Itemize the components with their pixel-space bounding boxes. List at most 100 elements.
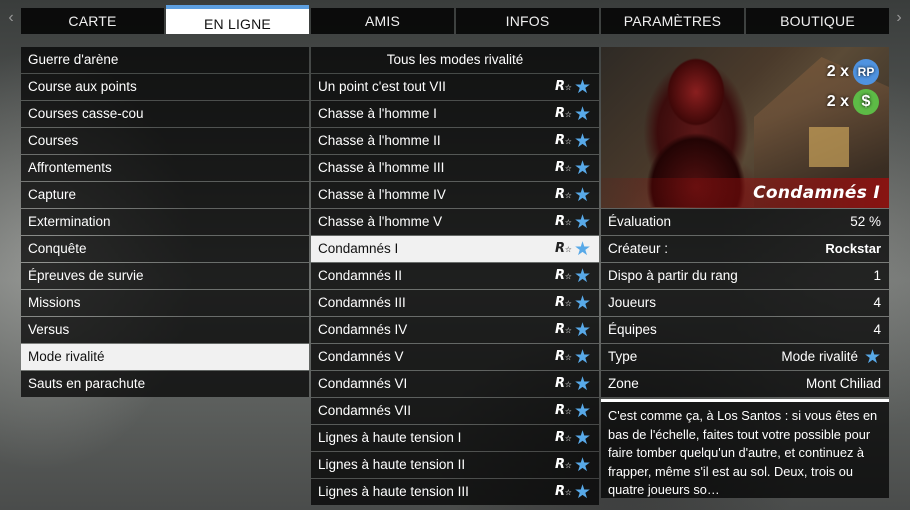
category-item-capture[interactable]: Capture	[21, 182, 309, 208]
mode-item-label: Chasse à l'homme V	[318, 214, 443, 229]
detail-row-createur: Créateur : Rockstar	[601, 236, 889, 262]
rp-icon: RP	[853, 59, 879, 85]
nav-right-arrow-icon[interactable]: ›	[892, 9, 906, 27]
detail-row-equipes: Équipes 4	[601, 317, 889, 343]
mode-item-condamnes-ii[interactable]: Condamnés II R ☆ ★	[311, 263, 599, 289]
mode-description: C'est comme ça, à Los Santos : si vous ê…	[601, 399, 889, 498]
mode-item-chasse-a-l-homme-i[interactable]: Chasse à l'homme I R ☆ ★	[311, 101, 599, 127]
category-item-guerre-d-arene[interactable]: Guerre d'arène	[21, 47, 309, 73]
mode-item-label: Condamnés I	[318, 241, 399, 256]
mode-item-badges: R ☆ ★	[555, 130, 591, 152]
cash-multiplier-label: 2 x	[826, 93, 849, 110]
rockstar-verified-icon: R ☆	[554, 349, 572, 364]
top-nav: ‹ CARTE EN LIGNE AMIS INFOS PARAMÈTRES B…	[0, 0, 910, 36]
category-item-versus[interactable]: Versus	[21, 317, 309, 343]
mode-item-label: Condamnés III	[318, 295, 406, 310]
mode-item-label: Chasse à l'homme I	[318, 106, 437, 121]
tab-infos[interactable]: INFOS	[456, 8, 599, 34]
mode-item-badges: R ☆ ★	[555, 402, 591, 421]
rockstar-verified-icon: R ☆	[554, 160, 572, 175]
category-item-label: Mode rivalité	[28, 349, 105, 364]
mode-item-badges: R ☆ ★	[554, 321, 591, 340]
cash-icon: $	[853, 89, 879, 115]
detail-row-label: Dispo à partir du rang	[608, 268, 738, 283]
mode-item-badges: R ☆ ★	[555, 240, 591, 259]
category-item-epreuves-de-survie[interactable]: Épreuves de survie	[21, 263, 309, 289]
star-icon: ★	[573, 130, 591, 152]
star-icon: ★	[573, 103, 591, 125]
mode-item-lignes-a-haute-tension-ii[interactable]: Lignes à haute tension II R ☆ ★	[311, 452, 599, 478]
mode-item-condamnes-v[interactable]: Condamnés V R ☆ ★	[311, 344, 599, 370]
mode-preview-image: 2 x RP 2 x $ Condamnés I	[601, 47, 889, 208]
category-list: Guerre d'arène Course aux points Courses c…	[21, 47, 309, 398]
category-item-missions[interactable]: Missions	[21, 290, 309, 316]
detail-row-joueurs: Joueurs 4	[601, 290, 889, 316]
mode-item-badges: R ☆ ★	[555, 481, 591, 503]
detail-row-value: 52 %	[850, 209, 881, 235]
mode-item-badges: R ☆ ★	[555, 375, 591, 394]
rockstar-verified-icon: R ☆	[554, 187, 572, 202]
mode-item-condamnes-iii[interactable]: Condamnés III R ☆ ★	[311, 290, 599, 316]
rockstar-verified-icon: R ☆	[554, 268, 572, 283]
category-item-label: Sauts en parachute	[28, 376, 146, 391]
mode-list-header: Tous les modes rivalité	[311, 47, 599, 73]
mode-item-condamnes-vii[interactable]: Condamnés VII R ☆ ★	[311, 398, 599, 424]
detail-row-label: Type	[608, 349, 638, 364]
rockstar-verified-icon: R ☆	[554, 430, 572, 445]
mode-item-badges: R ☆ ★	[555, 456, 591, 475]
mode-item-badges: R ☆ ★	[554, 429, 591, 448]
rockstar-verified-icon: R ☆	[554, 295, 572, 310]
tab-amis[interactable]: AMIS	[311, 8, 454, 34]
mode-item-lignes-a-haute-tension-iii[interactable]: Lignes à haute tension III R ☆ ★	[311, 479, 599, 505]
mode-item-label: Condamnés II	[318, 268, 403, 283]
rockstar-verified-icon: R ☆	[554, 106, 572, 121]
tab-parametres[interactable]: PARAMÈTRES	[601, 8, 744, 34]
mode-item-condamnes-iv[interactable]: Condamnés IV R ☆ ★	[311, 317, 599, 343]
category-item-mode-rivalite[interactable]: Mode rivalité	[21, 344, 309, 370]
mode-item-chasse-a-l-homme-ii[interactable]: Chasse à l'homme II R ☆ ★	[311, 128, 599, 154]
mode-item-label: Lignes à haute tension II	[318, 457, 466, 472]
mode-item-chasse-a-l-homme-iv[interactable]: Chasse à l'homme IV R ☆ ★	[311, 182, 599, 208]
star-icon: ★	[573, 481, 591, 503]
mode-item-label: Condamnés VI	[318, 376, 408, 391]
tab-en-ligne[interactable]: EN LIGNE	[166, 5, 309, 34]
detail-row-value-text: 4	[873, 295, 881, 310]
nav-left-arrow-icon[interactable]: ‹	[4, 9, 18, 27]
detail-row-label: Équipes	[608, 322, 657, 337]
category-item-label: Guerre d'arène	[28, 52, 119, 67]
category-item-courses[interactable]: Courses	[21, 128, 309, 154]
category-item-extermination[interactable]: Extermination	[21, 209, 309, 235]
detail-row-type: Type Mode rivalité ★	[601, 344, 889, 370]
mode-item-condamnes-vi[interactable]: Condamnés VI R ☆ ★	[311, 371, 599, 397]
mode-item-badges: R ☆ ★	[554, 103, 591, 125]
detail-row-value: 4	[873, 317, 881, 343]
tab-carte[interactable]: CARTE	[21, 8, 164, 34]
cash-multiplier: 2 x $	[827, 89, 879, 115]
detail-row-evaluation: Évaluation 52 %	[601, 209, 889, 235]
category-item-courses-casse-cou[interactable]: Courses casse-cou	[21, 101, 309, 127]
detail-row-value-text: Mont Chiliad	[805, 376, 881, 391]
mode-item-condamnes-i[interactable]: Condamnés I R ☆ ★	[311, 236, 599, 262]
mode-item-lignes-a-haute-tension-i[interactable]: Lignes à haute tension I R ☆ ★	[311, 425, 599, 451]
category-item-label: Course aux points	[28, 79, 137, 94]
detail-row-value-text: Mode rivalité	[781, 349, 858, 364]
category-item-sauts-en-parachute[interactable]: Sauts en parachute	[21, 371, 309, 397]
detail-row-value-text: 4	[873, 322, 881, 337]
rockstar-verified-icon: R ☆	[554, 322, 572, 337]
detail-row-value-text: Rockstar	[825, 241, 881, 256]
star-icon: ★	[573, 76, 591, 98]
mode-item-un-point-c-est-tout-vii[interactable]: Un point c'est tout VII R ☆ ★	[311, 74, 599, 100]
category-item-conquete[interactable]: Conquête	[21, 236, 309, 262]
mode-item-chasse-a-l-homme-v[interactable]: Chasse à l'homme V R ☆ ★	[311, 209, 599, 235]
category-item-label: Conquête	[28, 241, 87, 256]
rp-multiplier-label: 2 x	[826, 63, 849, 80]
tab-boutique[interactable]: BOUTIQUE	[746, 8, 889, 34]
mode-item-chasse-a-l-homme-iii[interactable]: Chasse à l'homme III R ☆ ★	[311, 155, 599, 181]
category-item-course-aux-points[interactable]: Course aux points	[21, 74, 309, 100]
star-icon: ★	[573, 184, 591, 206]
mode-item-badges: R ☆ ★	[554, 294, 591, 313]
category-item-label: Versus	[28, 322, 70, 337]
star-icon: ★	[573, 157, 591, 179]
category-item-label: Courses casse-cou	[28, 106, 144, 121]
category-item-affrontements[interactable]: Affrontements	[21, 155, 309, 181]
